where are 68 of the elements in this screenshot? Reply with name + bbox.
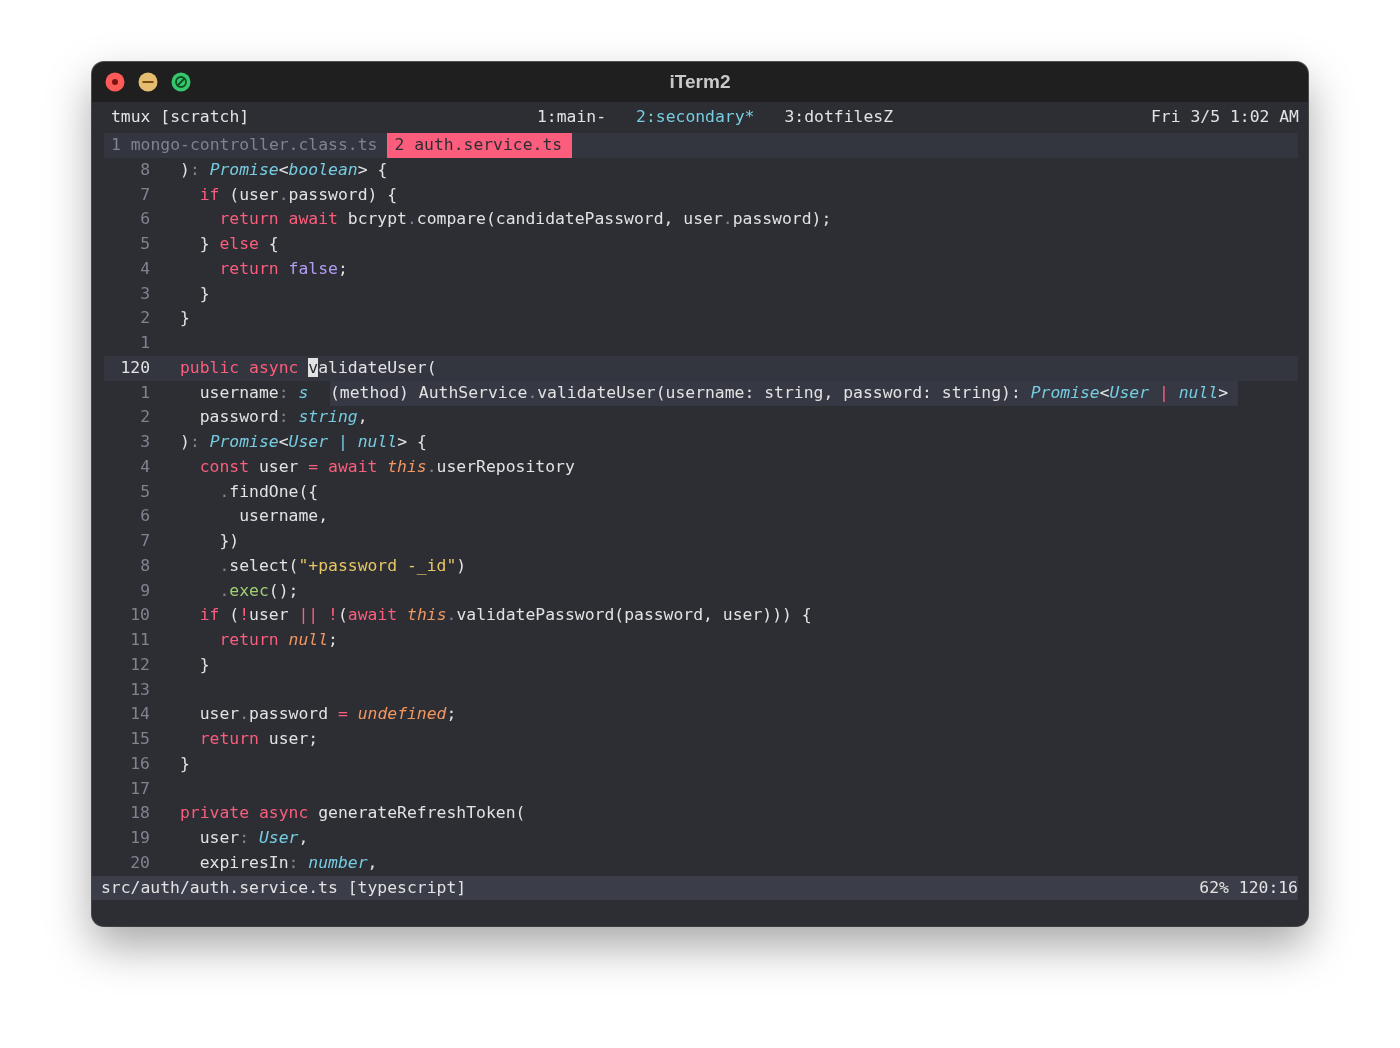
code-line: } bbox=[180, 752, 190, 775]
buffer-tab[interactable]: 2 auth.service.ts bbox=[387, 133, 573, 158]
line-number: 8 bbox=[139, 158, 150, 181]
line-number: 18 bbox=[129, 802, 150, 825]
line-number: 1 bbox=[139, 332, 150, 354]
tmux-session-label: tmux [scratch] bbox=[111, 109, 251, 126]
code-line: ): Promise<User | null> { bbox=[180, 431, 427, 453]
code-line: public async validateUser( bbox=[180, 356, 437, 379]
minimize-icon[interactable] bbox=[138, 72, 158, 92]
tmux-window-tab[interactable]: 3:dotfilesZ bbox=[784, 109, 894, 126]
code-line: } else { bbox=[198, 233, 279, 255]
code-line: return user; bbox=[198, 728, 319, 750]
code-line: ): Promise<boolean> { bbox=[180, 158, 388, 181]
hover-tooltip: (method) AuthService.validateUser(username: string, password: string): Promise<User | null> bbox=[330, 380, 1239, 406]
code-line: user: User, bbox=[198, 827, 309, 849]
line-number: 1 bbox=[139, 381, 150, 404]
code-line: if (!user || !(await this.validatePassword(password, user))) { bbox=[198, 604, 812, 627]
line-number: 7 bbox=[139, 530, 150, 552]
code-line: return await bcrypt.compare(candidatePassword, user.password); bbox=[218, 208, 832, 231]
line-number: 10 bbox=[129, 604, 150, 627]
code-line: if (user.password) { bbox=[198, 183, 398, 206]
line-number: 16 bbox=[129, 752, 150, 775]
code-line: username, bbox=[238, 505, 329, 528]
line-number: 20 bbox=[129, 851, 150, 874]
code-line: .findOne({ bbox=[218, 480, 319, 503]
code-line: username: s bbox=[198, 381, 309, 404]
line-number: 12 bbox=[129, 653, 150, 676]
line-number: 6 bbox=[139, 505, 150, 528]
line-number: 14 bbox=[129, 703, 150, 726]
code-line: } bbox=[180, 307, 190, 330]
code-line: user.password = undefined; bbox=[198, 703, 457, 726]
line-number: 5 bbox=[139, 233, 150, 255]
line-number: 4 bbox=[139, 455, 150, 478]
line-number: 3 bbox=[139, 282, 150, 305]
line-number: 8 bbox=[139, 554, 150, 577]
code-line: const user = await this.userRepository bbox=[198, 455, 575, 478]
line-number: 3 bbox=[139, 431, 150, 453]
code-line: return null; bbox=[218, 629, 338, 651]
code-line: private async generateRefreshToken( bbox=[180, 802, 526, 825]
code-line: } bbox=[198, 282, 210, 305]
code-line: }) bbox=[218, 530, 240, 552]
code-line: expiresIn: number, bbox=[198, 851, 378, 874]
code-line: return false; bbox=[218, 257, 348, 280]
code-line: password: string, bbox=[198, 406, 368, 429]
cursor-position: 62% 120:16 bbox=[1199, 876, 1298, 899]
line-number: 2 bbox=[139, 307, 150, 330]
line-number: 11 bbox=[129, 629, 150, 651]
line-number: 5 bbox=[139, 480, 150, 503]
window-title: iTerm2 bbox=[669, 71, 731, 93]
line-number: 7 bbox=[139, 183, 150, 206]
line-number: 13 bbox=[129, 678, 150, 701]
line-number: 120 bbox=[120, 356, 150, 379]
file-path: src/auth/auth.service.ts [typescript] bbox=[101, 876, 467, 899]
code-line: } bbox=[198, 653, 210, 676]
code-line: .exec(); bbox=[218, 579, 299, 602]
tmux-window-tab[interactable]: 2:secondary* bbox=[636, 109, 755, 126]
line-number: 19 bbox=[129, 827, 150, 849]
line-number: 15 bbox=[129, 728, 150, 750]
close-icon[interactable] bbox=[105, 72, 125, 92]
tmux-window-tab[interactable]: 1:main- bbox=[536, 109, 607, 126]
line-number: 9 bbox=[139, 579, 150, 602]
zoom-icon[interactable] bbox=[171, 72, 191, 92]
line-number: 4 bbox=[139, 257, 150, 280]
tmux-clock: Fri 3/5 1:02 AM bbox=[1150, 109, 1299, 126]
line-number: 17 bbox=[129, 777, 150, 800]
code-line: .select("+password -_id") bbox=[218, 554, 467, 577]
line-number: 2 bbox=[139, 406, 150, 429]
line-number: 6 bbox=[139, 208, 150, 231]
